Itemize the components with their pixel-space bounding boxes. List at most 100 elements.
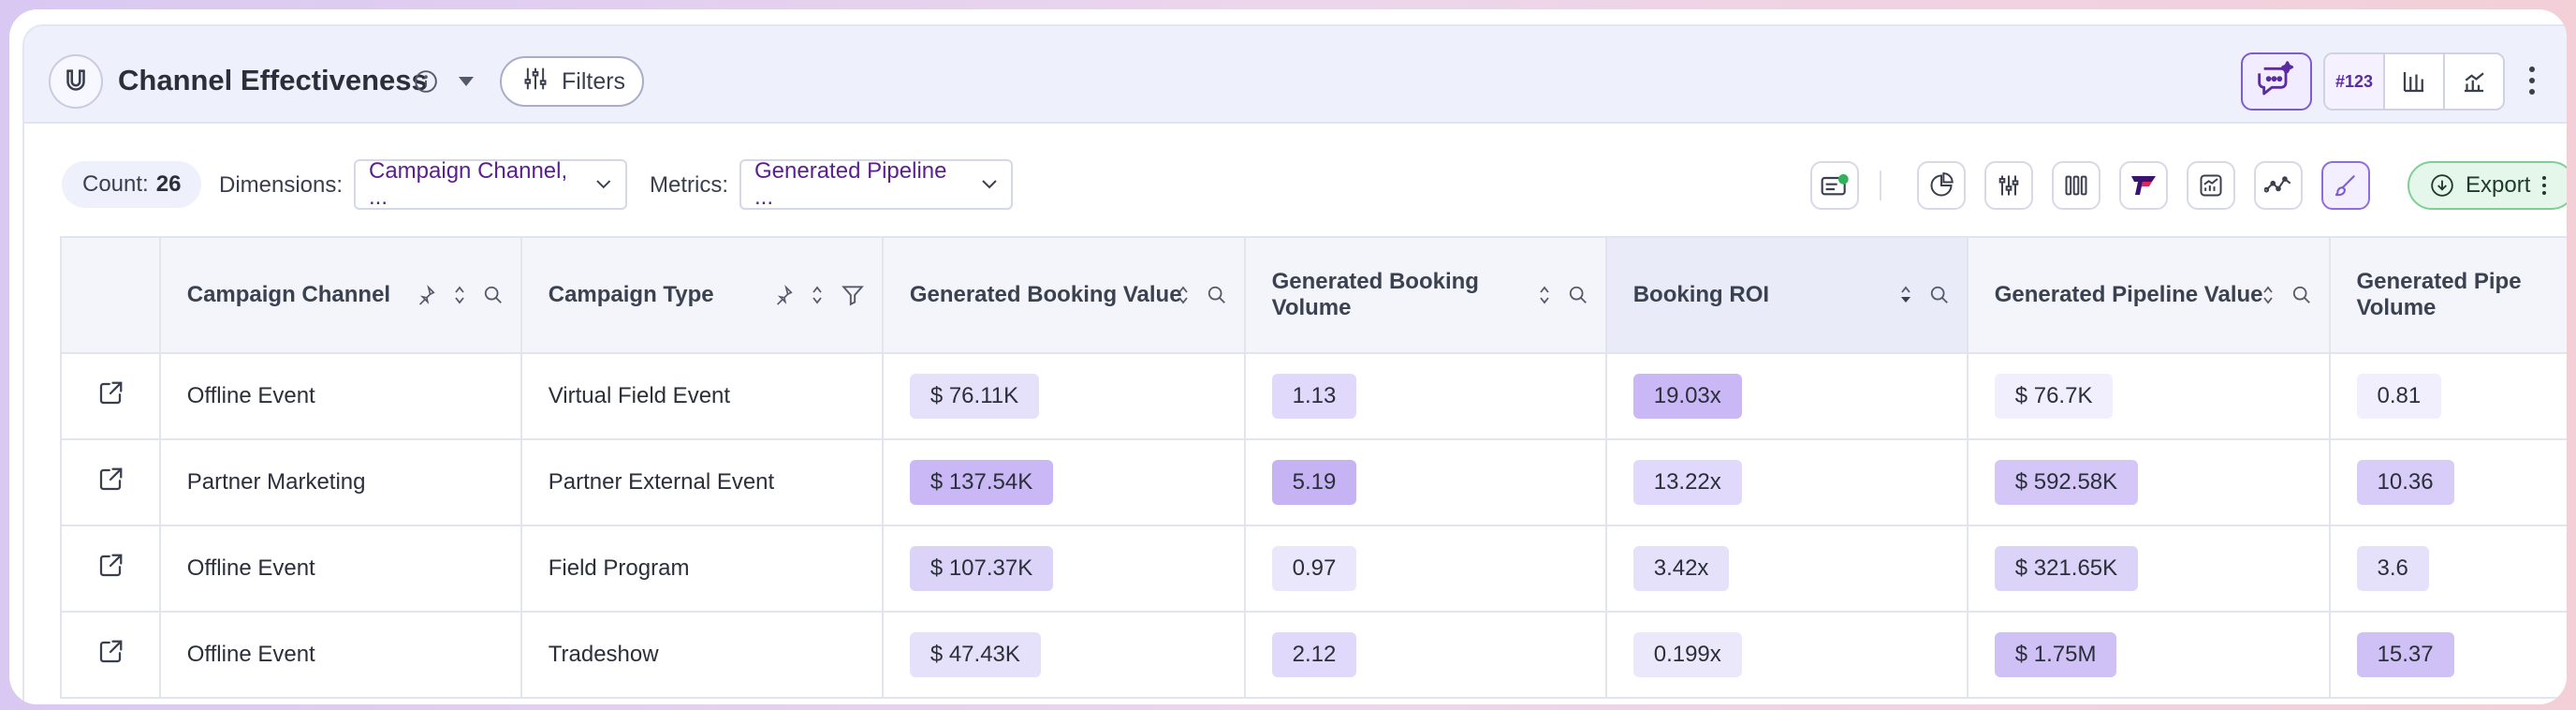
sort-icon[interactable]: [1538, 285, 1551, 305]
sort-icon[interactable]: [2261, 285, 2275, 305]
table-row[interactable]: Offline Event Tradeshow $ 47.43K 2.12 0.199x…: [60, 611, 2567, 699]
cell-pipeline-volume: 10.36: [2328, 438, 2567, 526]
count-badge: Count: 26: [62, 161, 202, 208]
sliders-icon: [522, 66, 549, 98]
toolbar-divider: [1880, 170, 1881, 200]
metric-chip: 5.19: [1271, 460, 1357, 505]
table-row[interactable]: Offline Event Virtual Field Event $ 76.11K…: [60, 352, 2567, 440]
chevron-down-icon: [596, 180, 611, 189]
table-status-button[interactable]: [1810, 161, 1859, 210]
cell-pipeline-value: $ 1.75M: [1966, 611, 2331, 699]
export-menu-icon: [2542, 176, 2547, 195]
cell-booking-value: $ 137.54K: [881, 438, 1246, 526]
sort-desc-icon[interactable]: [1899, 285, 1912, 305]
export-button[interactable]: Export: [2408, 161, 2567, 210]
metric-chip: 13.22x: [1632, 460, 1742, 505]
metric-chip: $ 76.7K: [1994, 374, 2114, 419]
cell-booking-roi: 0.199x: [1604, 611, 1969, 699]
metric-chip: $ 321.65K: [1994, 546, 2139, 591]
metric-chip: 15.37: [2356, 632, 2454, 677]
chat-sparkle-icon: [2258, 60, 2295, 103]
cell-campaign-type: Field Program: [520, 525, 884, 613]
filters-label: Filters: [562, 67, 626, 95]
column-header-booking-volume[interactable]: Generated Booking Volume: [1243, 236, 1607, 354]
chevron-down-icon: [982, 180, 997, 189]
cell-pipeline-volume: 0.81: [2328, 352, 2567, 440]
external-link-icon[interactable]: [96, 552, 124, 580]
filter-icon[interactable]: [841, 283, 865, 307]
external-link-icon[interactable]: [96, 379, 124, 407]
magnet-logo-icon[interactable]: [49, 54, 103, 109]
search-icon[interactable]: [2291, 285, 2312, 305]
metric-chip: $ 107.37K: [909, 546, 1054, 591]
cell-booking-volume: 5.19: [1243, 438, 1607, 526]
metrics-select[interactable]: Generated Pipeline ...: [739, 158, 1013, 210]
filters-button[interactable]: Filters: [500, 56, 644, 107]
ai-chat-button[interactable]: [2241, 52, 2312, 111]
line-chart-button[interactable]: [2254, 161, 2303, 210]
cell-pipeline-volume: 15.37: [2328, 611, 2567, 699]
cell-campaign-channel: Offline Event: [158, 352, 522, 440]
sort-icon[interactable]: [1177, 285, 1190, 305]
column-header-campaign-type[interactable]: Campaign Type: [520, 236, 884, 354]
cell-booking-volume: 0.97: [1243, 525, 1607, 613]
cell-campaign-channel: Offline Event: [158, 611, 522, 699]
chart-view-button[interactable]: [2445, 54, 2503, 109]
pin-icon[interactable]: [416, 285, 436, 305]
metric-chip: $ 76.11K: [909, 374, 1040, 419]
column-header-pipeline-value[interactable]: Generated Pipeline Value: [1966, 236, 2331, 354]
title-dropdown-icon[interactable]: [457, 75, 476, 93]
cell-campaign-type: Virtual Field Event: [520, 352, 884, 440]
sort-icon[interactable]: [453, 285, 466, 305]
adjust-button[interactable]: [1984, 161, 2033, 210]
column-header-booking-value[interactable]: Generated Booking Value: [881, 236, 1246, 354]
cell-pipeline-value: $ 321.65K: [1966, 525, 2331, 613]
chart-view-icon: [2465, 72, 2484, 93]
search-icon[interactable]: [1207, 285, 1227, 305]
count-label: Count:: [82, 171, 149, 197]
column-header-booking-roi[interactable]: Booking ROI: [1604, 236, 1969, 354]
table-row[interactable]: Partner Marketing Partner External Event $…: [60, 438, 2567, 526]
search-icon[interactable]: [483, 285, 504, 305]
cell-campaign-channel: Partner Marketing: [158, 438, 522, 526]
line-chart-icon: [2264, 176, 2291, 193]
metric-chip: 3.42x: [1632, 546, 1730, 591]
open-row-cell: [60, 352, 161, 440]
funnel-logo-icon: [2131, 176, 2156, 195]
metric-chip: $ 592.58K: [1994, 460, 2139, 505]
number-view-button[interactable]: #123: [2325, 54, 2385, 109]
table-view-button[interactable]: [2385, 54, 2445, 109]
table-toolbar: Count: 26 Dimensions: Campaign Channel, …: [24, 126, 2567, 236]
metrics-label: Metrics:: [650, 172, 728, 198]
sort-icon[interactable]: [811, 285, 824, 305]
columns-button[interactable]: [2052, 161, 2100, 210]
search-icon[interactable]: [1929, 285, 1950, 305]
trend-chart-button[interactable]: [2187, 161, 2235, 210]
external-link-icon[interactable]: [96, 466, 124, 494]
data-table: Campaign Channel Campaign Type Generated…: [60, 236, 2567, 699]
info-icon[interactable]: [414, 69, 438, 98]
metric-chip: 0.199x: [1632, 632, 1742, 677]
column-header-pipeline-volume[interactable]: Generated Pipe Volume: [2328, 236, 2567, 354]
cell-pipeline-value: $ 592.58K: [1966, 438, 2331, 526]
table-status-icon: [1821, 174, 1849, 196]
trend-chart-icon: [2200, 174, 2222, 197]
funnel-logo-button[interactable]: [2119, 161, 2168, 210]
table-row[interactable]: Offline Event Field Program $ 107.37K 0.97 3…: [60, 525, 2567, 613]
metric-chip: 0.97: [1271, 546, 1357, 591]
metric-chip: $ 137.54K: [909, 460, 1054, 505]
view-switcher: #123: [2323, 52, 2505, 111]
metric-chip: 1.13: [1271, 374, 1357, 419]
pie-chart-button[interactable]: [1917, 161, 1966, 210]
brush-button[interactable]: [2321, 161, 2370, 210]
dimensions-select[interactable]: Campaign Channel, ...: [354, 158, 627, 210]
search-icon[interactable]: [1568, 285, 1588, 305]
column-header-campaign-channel[interactable]: Campaign Channel: [158, 236, 522, 354]
brush-icon: [2334, 175, 2355, 197]
pin-icon[interactable]: [773, 285, 794, 305]
open-row-cell: [60, 611, 161, 699]
more-options-icon[interactable]: [2527, 64, 2537, 102]
metric-chip: $ 1.75M: [1994, 632, 2117, 677]
external-link-icon[interactable]: [96, 638, 124, 666]
metric-chip: 19.03x: [1632, 374, 1742, 419]
